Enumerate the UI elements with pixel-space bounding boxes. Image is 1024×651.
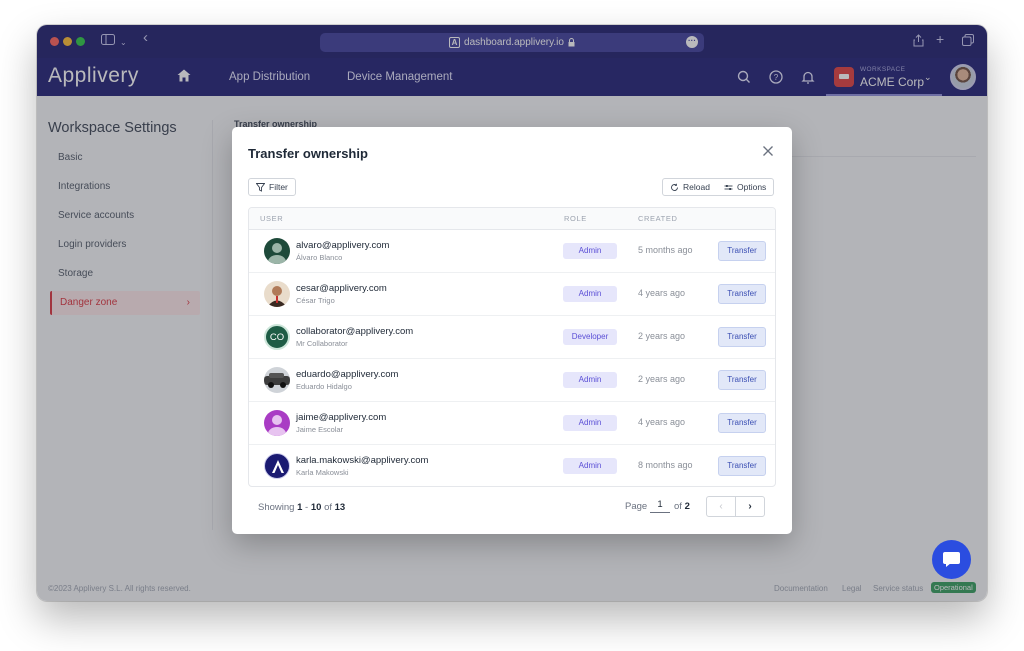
users-table: USER ROLE CREATED alvaro@applivery.com Á…: [248, 207, 776, 487]
column-header-user: USER: [260, 214, 284, 223]
filter-icon: [256, 182, 265, 192]
created-date: 5 months ago: [638, 245, 693, 255]
page-of-label: of 2: [674, 501, 690, 512]
browser-window: ⌄ ‹ A dashboard.applivery.io ··· + Appli…: [37, 25, 987, 601]
table-row: eduardo@applivery.com Eduardo Hidalgo Ad…: [249, 359, 775, 402]
user-email: alvaro@applivery.com: [296, 240, 390, 251]
user-email: jaime@applivery.com: [296, 412, 387, 423]
showing-total: 13: [334, 502, 346, 513]
user-name: Álvaro Blanco: [296, 253, 343, 262]
table-row: karla.makowski@applivery.com Karla Makow…: [249, 445, 775, 486]
created-date: 8 months ago: [638, 460, 693, 470]
table-row: CO collaborator@applivery.com Mr Collabo…: [249, 316, 775, 359]
sliders-icon: [724, 184, 733, 190]
transfer-button[interactable]: Transfer: [718, 327, 766, 347]
avatar: [264, 410, 290, 436]
role-badge: Admin: [563, 372, 617, 388]
user-name: Karla Makowski: [296, 468, 349, 477]
table-row: jaime@applivery.com Jaime Escolar Admin …: [249, 402, 775, 445]
reload-button[interactable]: Reload: [662, 178, 718, 196]
avatar: [264, 281, 290, 307]
role-badge: Admin: [563, 286, 617, 302]
column-header-created: CREATED: [638, 214, 678, 223]
pagination-summary: Showing 1 - 10 of 13: [258, 502, 345, 513]
role-badge: Admin: [563, 415, 617, 431]
showing-dash: -: [305, 502, 309, 513]
created-date: 2 years ago: [638, 374, 686, 384]
showing-from: 1: [297, 502, 303, 513]
created-date: 4 years ago: [638, 288, 686, 298]
avatar: [264, 453, 290, 479]
avatar-initials: CO: [269, 331, 285, 343]
user-name: Eduardo Hidalgo: [296, 382, 352, 391]
avatar: CO: [264, 324, 290, 350]
user-email: collaborator@applivery.com: [296, 326, 414, 337]
transfer-ownership-modal: Transfer ownership Filter Reload Options…: [232, 127, 792, 534]
role-badge: Developer: [563, 329, 617, 345]
table-row: alvaro@applivery.com Álvaro Blanco Admin…: [249, 230, 775, 273]
showing-label: Showing: [258, 502, 295, 513]
avatar: [264, 367, 290, 393]
page-label: Page: [625, 501, 648, 512]
page-total: 2: [684, 501, 690, 512]
table-row: cesar@applivery.com César Trigo Admin 4 …: [249, 273, 775, 316]
reload-icon: [671, 183, 678, 191]
options-button[interactable]: Options: [717, 178, 775, 196]
chat-button[interactable]: [932, 540, 971, 579]
applivery-logo-icon: [272, 460, 284, 473]
role-badge: Admin: [563, 458, 617, 474]
prev-page-button[interactable]: ‹: [706, 496, 736, 517]
transfer-button[interactable]: Transfer: [718, 370, 766, 390]
filter-label: Filter: [269, 182, 288, 192]
created-date: 4 years ago: [638, 417, 686, 427]
filter-button[interactable]: Filter: [248, 178, 296, 196]
avatar: [264, 238, 290, 264]
user-email: cesar@applivery.com: [296, 283, 387, 294]
page-of: of: [674, 501, 682, 512]
next-page-button[interactable]: ›: [735, 496, 765, 517]
transfer-button[interactable]: Transfer: [718, 413, 766, 433]
transfer-button[interactable]: Transfer: [718, 284, 766, 304]
table-header: USER ROLE CREATED: [249, 208, 775, 230]
options-label: Options: [737, 182, 767, 192]
transfer-button[interactable]: Transfer: [718, 241, 766, 261]
user-email: eduardo@applivery.com: [296, 369, 399, 380]
created-date: 2 years ago: [638, 331, 686, 341]
user-name: Mr Collaborator: [296, 339, 348, 348]
close-icon[interactable]: [760, 143, 776, 159]
user-name: Jaime Escolar: [296, 425, 344, 434]
user-email: karla.makowski@applivery.com: [296, 455, 429, 466]
showing-of: of: [324, 502, 332, 513]
column-header-role: ROLE: [564, 214, 587, 223]
page-input[interactable]: 1: [650, 499, 670, 513]
modal-title: Transfer ownership: [248, 146, 368, 161]
user-name: César Trigo: [296, 296, 335, 305]
showing-to: 10: [310, 502, 322, 513]
role-badge: Admin: [563, 243, 617, 259]
transfer-button[interactable]: Transfer: [718, 456, 766, 476]
reload-label: Reload: [683, 182, 710, 192]
